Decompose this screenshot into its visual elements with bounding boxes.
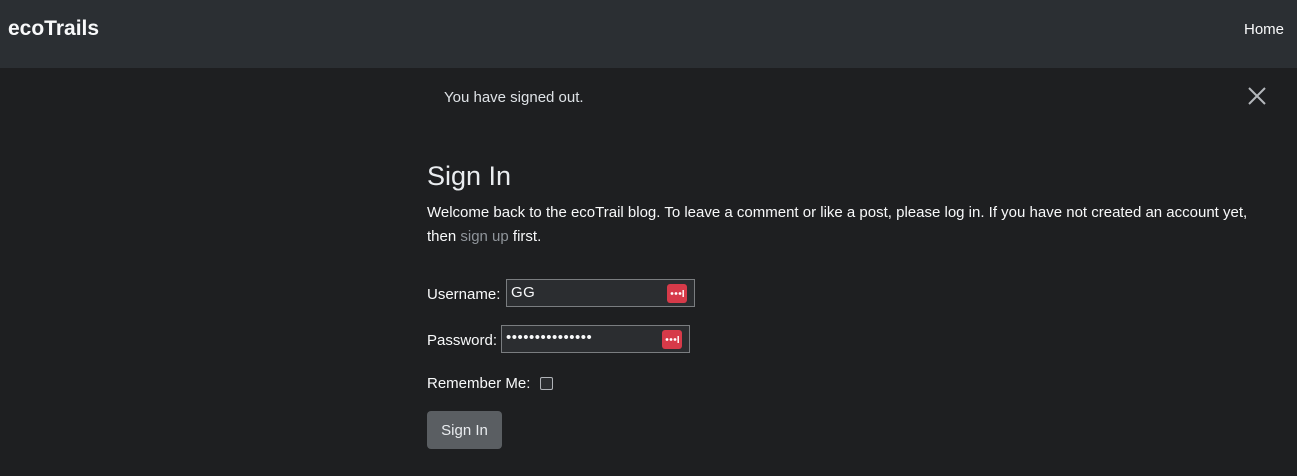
username-label: Username: — [427, 286, 501, 303]
brand-logo[interactable]: ecoTrails — [8, 17, 99, 41]
remember-label: Remember Me: — [427, 375, 531, 392]
navbar: ecoTrails Home — [0, 0, 1297, 68]
intro-text-after: first. — [508, 228, 542, 245]
page-title: Sign In — [427, 161, 512, 191]
close-icon[interactable] — [1245, 84, 1269, 108]
signin-button[interactable]: Sign In — [427, 411, 502, 449]
password-manager-icon[interactable] — [662, 330, 682, 349]
password-value: ••••••••••••••• — [506, 329, 593, 346]
password-field[interactable]: ••••••••••••••• — [501, 325, 690, 353]
signin-section: Sign In Welcome back to the ecoTrail blo… — [427, 158, 1277, 249]
intro-text-before: Welcome back to the ecoTrail blog. To le… — [427, 204, 1248, 245]
password-manager-icon[interactable] — [667, 284, 687, 303]
signup-link[interactable]: sign up — [460, 228, 508, 245]
signout-alert: You have signed out. — [427, 68, 1297, 128]
username-value: GG — [511, 284, 536, 301]
password-label: Password: — [427, 332, 498, 349]
intro-text: Welcome back to the ecoTrail blog. To le… — [427, 201, 1277, 249]
username-field[interactable]: GG — [506, 279, 695, 307]
alert-message: You have signed out. — [444, 89, 584, 106]
nav-link-home[interactable]: Home — [1244, 21, 1284, 38]
remember-checkbox[interactable] — [540, 377, 553, 390]
